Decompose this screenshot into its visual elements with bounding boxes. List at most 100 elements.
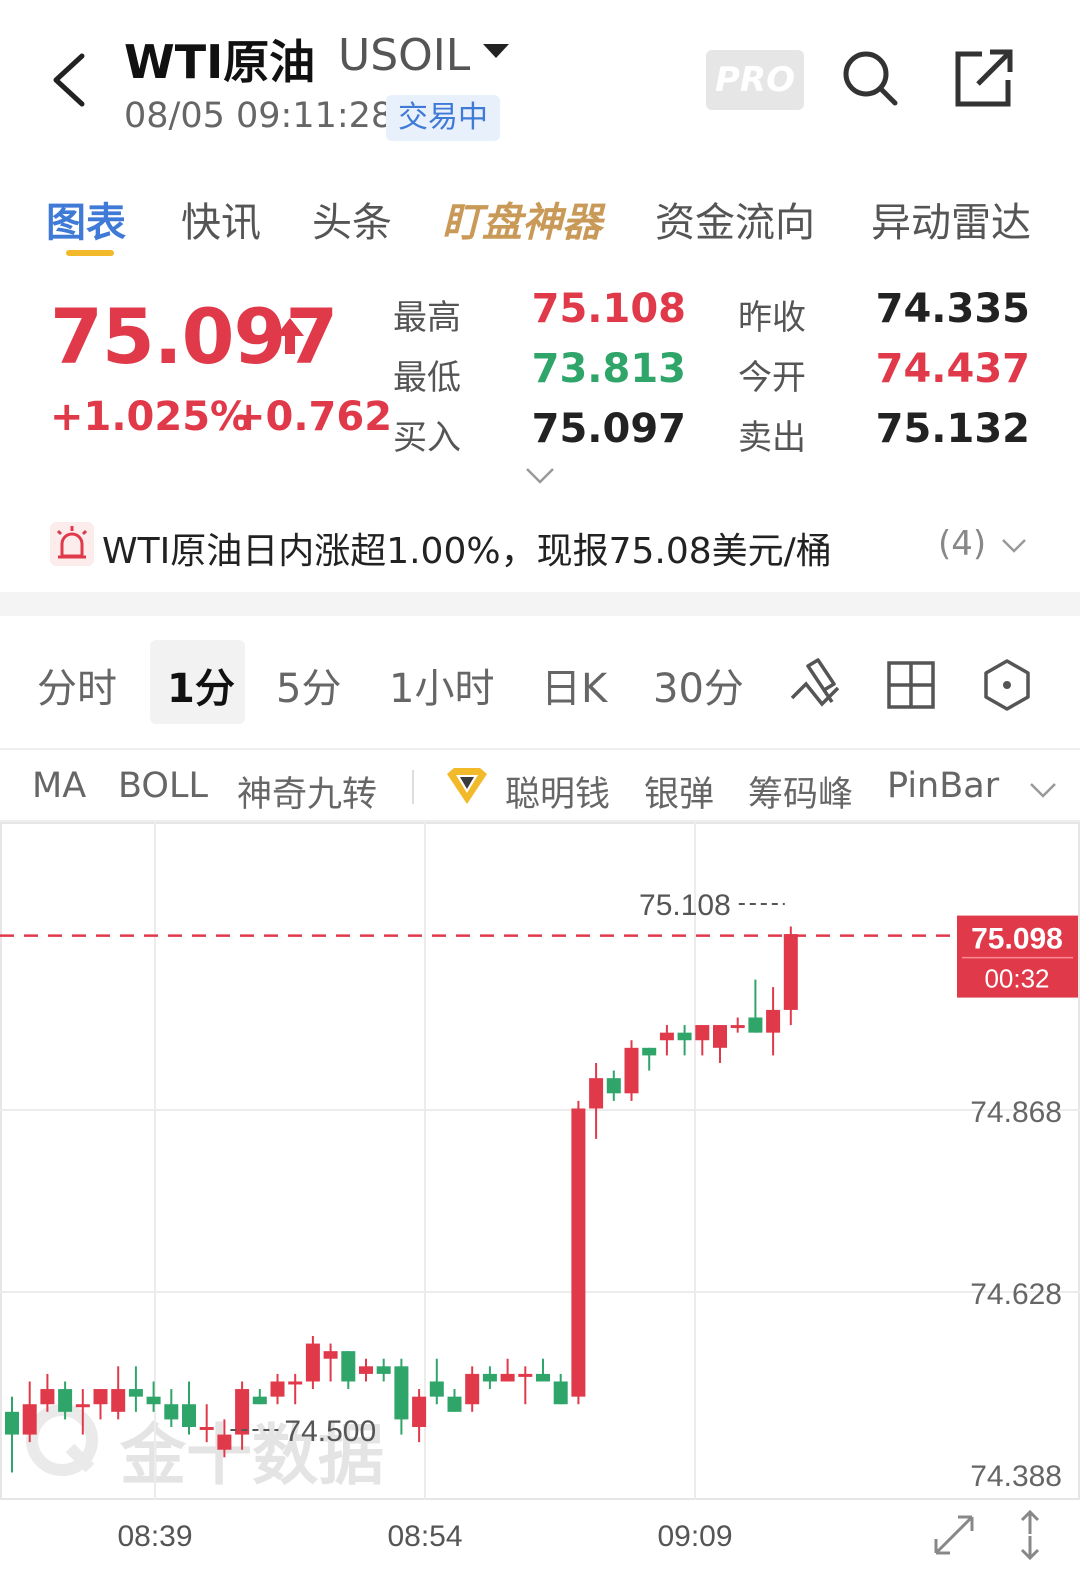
candle-body [553,1381,568,1405]
candle-body [323,1351,338,1359]
period-5min[interactable]: 5分 [276,656,341,714]
candle-body [730,1025,745,1029]
tab-chart[interactable]: 图表 [46,190,126,248]
period-timeshare[interactable]: 分时 [37,656,117,714]
candle-body [341,1351,356,1382]
expand-quote-chevron-icon[interactable] [524,466,556,486]
indicator-chip-peak[interactable]: 筹码峰 [748,766,853,817]
x-axis-tick-label: 08:54 [387,1520,462,1553]
quote-timestamp: 08/05 09:11:28 [124,96,394,136]
candle-body [22,1404,37,1435]
chevron-down-icon[interactable] [1000,536,1028,556]
section-divider [0,592,1080,616]
candle-body [748,1017,763,1033]
candle-body [111,1389,126,1412]
countdown-label: 00:32 [984,964,1049,994]
indicator-td9[interactable]: 神奇九转 [237,766,377,817]
diamond-icon [447,768,487,804]
candle-body [394,1366,409,1420]
change-percent: +1.025% [50,394,251,440]
current-price-label: 75.098 [971,923,1063,956]
period-30min[interactable]: 30分 [653,656,744,714]
instrument-code[interactable]: USOIL [338,30,470,81]
candle-body [642,1047,657,1056]
y-axis-tick-label: 74.868 [970,1096,1062,1129]
candle-body [182,1404,196,1427]
indicator-bar: MA BOLL 神奇九转 聪明钱 银弹 筹码峰 PinBar [0,752,1080,822]
candle-body [589,1078,604,1109]
prev-close-label: 昨收 [738,298,806,338]
indicator-smart-money[interactable]: 聪明钱 [505,766,610,817]
news-headline[interactable]: WTI原油日内涨超1.00%，现报75.08美元/桶 [102,522,832,574]
low-marker-label: 74.500 [284,1415,376,1448]
open-label: 今开 [738,358,806,398]
bid-value: 75.097 [531,406,686,452]
candle-body [429,1381,444,1397]
period-daily[interactable]: 日K [541,656,607,714]
candle-body [624,1047,639,1094]
candle-body [659,1032,674,1041]
scale-arrows-icon[interactable] [1020,1509,1040,1561]
candle-body [305,1343,320,1382]
candlestick-chart[interactable]: 金十数据 75.10874.86874.62874.38808:3908:540… [0,822,1080,1570]
y-axis-tick-label: 74.628 [970,1278,1062,1311]
candle-body [128,1389,143,1397]
pro-button[interactable]: PRO [706,50,804,110]
candle-body [571,1108,586,1397]
indicator-ma[interactable]: MA [32,766,86,806]
news-count: (4) [938,524,987,564]
prev-close-value: 74.335 [875,286,1030,332]
low-value: 73.813 [531,346,686,392]
chart-canvas[interactable]: 75.108 74.868 74.628 74.388 08:39 08:54 09:09 7… [0,822,1080,1570]
candle-body [447,1396,462,1412]
share-icon[interactable] [952,46,1016,110]
candle-body [518,1373,533,1377]
indicator-separator [412,770,414,804]
candle-body [536,1373,550,1382]
high-value: 75.108 [531,286,686,332]
candle-body [783,934,798,1010]
tab-anomaly-radar[interactable]: 异动雷达 [871,190,1031,248]
back-arrow-icon[interactable] [44,48,94,112]
fullscreen-icon-stroke [934,1515,974,1555]
candle-body [217,1434,232,1450]
fullscreen-icon[interactable] [934,1515,974,1555]
y-axis-tick-label: 74.388 [970,1460,1062,1493]
search-icon[interactable] [838,46,902,110]
candle-body [40,1389,55,1405]
open-value: 74.437 [875,346,1030,392]
period-1hour[interactable]: 1小时 [389,656,494,714]
candle-body [146,1396,161,1405]
tab-headlines[interactable]: 头条 [312,190,392,248]
news-ticker[interactable]: WTI原油日内涨超1.00%，现报75.08美元/桶 (4) [0,508,1080,584]
up-arrow-icon [276,318,304,354]
chevron-down-icon[interactable] [1028,780,1058,800]
high-marker-label: 75.108 [639,889,731,922]
trading-status-badge: 交易中 [386,95,500,141]
tab-flash-news[interactable]: 快讯 [181,190,261,248]
candle-body [5,1411,19,1435]
candle-body [93,1389,108,1405]
indicator-silver-bullet[interactable]: 银弹 [644,766,714,817]
active-tab-indicator [66,250,114,256]
x-axis-tick-label: 09:09 [657,1520,732,1553]
scale-arrows-icon-stroke [1020,1509,1040,1534]
indicator-boll[interactable]: BOLL [118,766,208,806]
candle-body [359,1366,373,1374]
ask-value: 75.132 [875,406,1030,452]
scale-arrows-icon-stroke [1020,1536,1040,1561]
x-axis-tick-label: 08:39 [117,1520,192,1553]
candle-body [164,1404,179,1420]
drawing-tool-icon[interactable] [788,658,842,712]
layout-grid-icon[interactable] [884,658,938,712]
indicator-pinbar[interactable]: PinBar [887,766,999,806]
candle-body [288,1381,303,1385]
candle-body [235,1389,250,1435]
settings-hexagon-icon[interactable] [980,658,1034,712]
candle-body [482,1373,497,1382]
main-tabs: 图表 快讯 头条 盯盘神器 资金流向 异动雷达 [0,180,1080,260]
instrument-dropdown-icon[interactable] [483,44,509,58]
tab-fund-flow[interactable]: 资金流向 [655,190,815,248]
period-1min[interactable]: 1分 [167,656,235,714]
tab-watch-tool[interactable]: 盯盘神器 [442,190,602,248]
